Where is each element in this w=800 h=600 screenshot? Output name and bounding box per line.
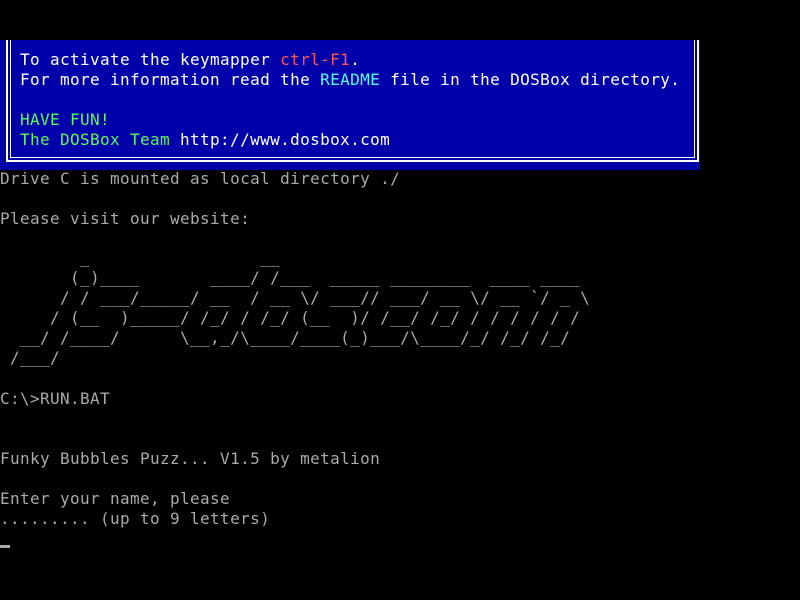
team-url: http://www.dosbox.com [180,130,391,149]
ascii-art-logo: _ __ (_)____ ____/ /___ _____ ________ _… [10,248,591,367]
readme-file: README [320,70,381,89]
keymapper-suffix: . [350,50,361,69]
have-fun-text: HAVE FUN! [20,110,111,129]
name-prompt: Enter your name, please [0,489,231,508]
name-hint: ......... (up to 9 letters) [0,509,271,528]
welcome-banner: To activate the keymapper ctrl-F1. For m… [0,40,700,170]
dosbox-screen[interactable]: To activate the keymapper ctrl-F1. For m… [0,0,800,600]
game-title: Funky Bubbles Puzz... V1.5 by metalion [0,449,381,468]
visit-message: Please visit our website: [0,209,251,228]
prompt-command: C:\>RUN.BAT [0,389,111,408]
mount-message: Drive C is mounted as local directory ./ [0,169,401,188]
keymapper-text: To activate the keymapper [20,50,281,69]
keymapper-key: ctrl-F1 [280,50,351,69]
team-line: The DOSBox Team http://www.dosbox.com [20,130,390,150]
readme-text: For more information read the [20,70,321,89]
text-cursor[interactable] [0,545,10,548]
team-label: The DOSBox Team [20,130,181,149]
readme-suffix: file in the DOSBox directory. [380,70,681,89]
keymapper-line: To activate the keymapper ctrl-F1. [20,50,360,70]
readme-line: For more information read the README fil… [20,70,680,90]
